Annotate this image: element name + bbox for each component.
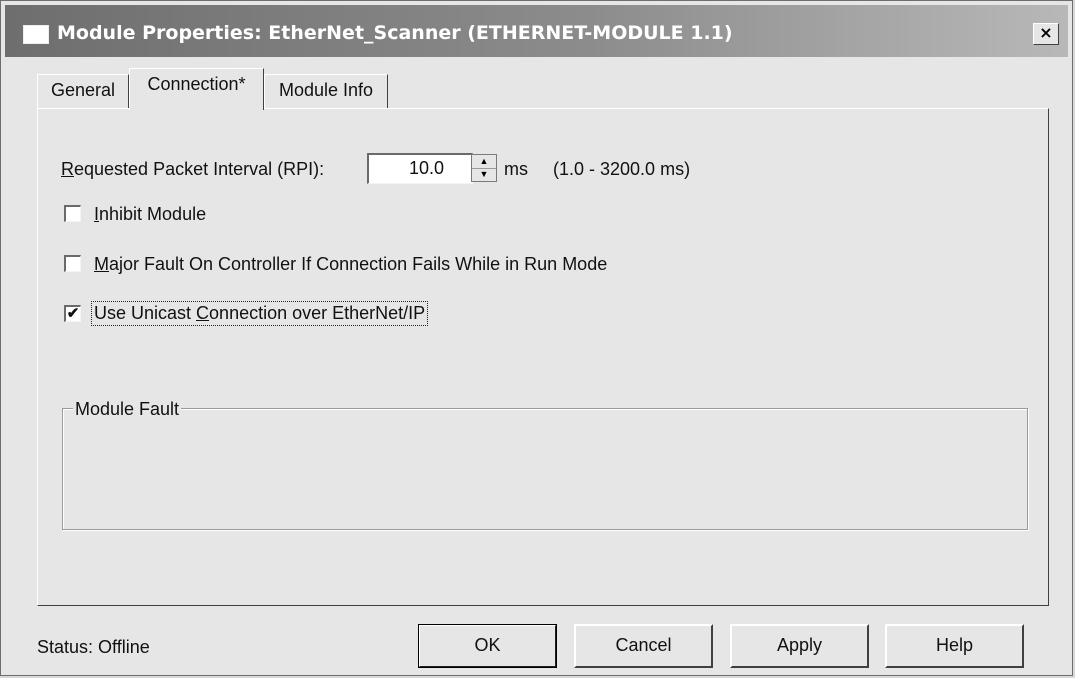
unicast-checkbox[interactable]: ✔ xyxy=(64,305,81,322)
apply-button[interactable]: Apply xyxy=(730,624,869,668)
rpi-unit: ms xyxy=(504,159,528,179)
help-button[interactable]: Help xyxy=(885,624,1024,668)
unicast-label[interactable]: Use Unicast Connection over EtherNet/IP xyxy=(91,301,429,326)
inhibit-module-checkbox[interactable] xyxy=(64,205,81,222)
module-fault-label: Module Fault xyxy=(73,399,182,420)
tab-module-info[interactable]: Module Info xyxy=(264,74,388,108)
status-text: Status: Offline xyxy=(37,637,150,657)
tab-connection[interactable]: Connection* xyxy=(129,68,264,110)
major-fault-checkbox[interactable] xyxy=(64,255,81,272)
close-button[interactable]: × xyxy=(1033,23,1059,45)
close-icon: × xyxy=(1039,23,1053,42)
major-fault-label[interactable]: Major Fault On Controller If Connection … xyxy=(94,254,607,275)
tab-label: General xyxy=(50,80,116,100)
tab-label: Module Info xyxy=(278,80,374,100)
window-icon xyxy=(23,25,49,44)
module-properties-dialog: Module Properties: EtherNet_Scanner (ETH… xyxy=(0,0,1073,676)
connection-tab-panel xyxy=(37,108,1049,606)
checkmark-icon: ✔ xyxy=(66,305,80,322)
cancel-button[interactable]: Cancel xyxy=(574,624,713,668)
spin-down-icon[interactable]: ▼ xyxy=(472,168,496,181)
window-title: Module Properties: EtherNet_Scanner (ETH… xyxy=(57,22,733,44)
rpi-range: (1.0 - 3200.0 ms) xyxy=(553,159,691,179)
rpi-input[interactable]: 10.0 xyxy=(367,153,473,184)
module-fault-group xyxy=(62,408,1028,530)
rpi-label: Requested Packet Interval (RPI): xyxy=(61,159,325,179)
ok-button[interactable]: OK xyxy=(418,624,557,668)
tab-general[interactable]: General xyxy=(37,74,129,108)
inhibit-module-label[interactable]: Inhibit Module xyxy=(94,204,206,225)
spin-up-icon[interactable]: ▲ xyxy=(472,155,496,169)
tab-label: Connection* xyxy=(147,74,246,94)
rpi-spinner[interactable]: ▲ ▼ xyxy=(471,154,497,182)
title-bar[interactable]: Module Properties: EtherNet_Scanner (ETH… xyxy=(5,5,1068,57)
